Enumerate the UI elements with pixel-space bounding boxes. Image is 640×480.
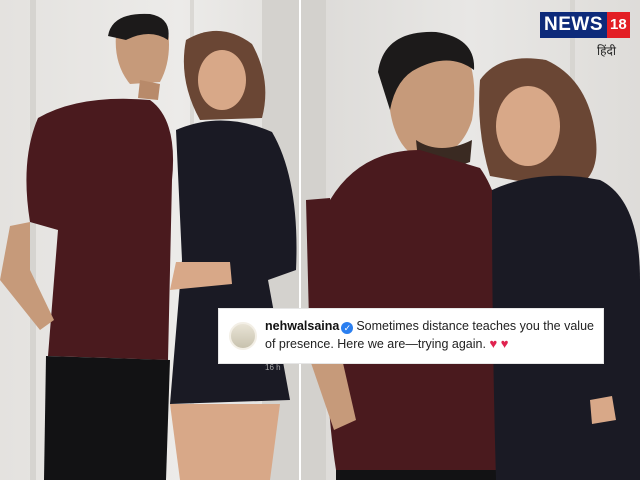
- right-photo: [300, 0, 640, 480]
- logo-language: हिंदी: [597, 44, 616, 58]
- logo-number: 18: [607, 12, 630, 38]
- left-photo-illustration: [0, 0, 300, 480]
- caption-text-block: nehwalsaina ✓ Sometimes distance teaches y…: [265, 317, 595, 353]
- photo-divider: [299, 0, 301, 480]
- verified-badge-icon: ✓: [341, 322, 354, 334]
- heart-icon: ♥ ♥: [489, 336, 509, 351]
- left-photo: [0, 0, 300, 480]
- instagram-caption-card: nehwalsaina ✓ Sometimes distance teaches y…: [218, 308, 604, 372]
- right-photo-illustration: [300, 0, 640, 480]
- logo-brand: NEWS: [540, 12, 607, 38]
- news18-logo: NEWS 18 हिंदी: [540, 12, 630, 58]
- avatar: [229, 322, 257, 350]
- logo-badge: NEWS 18: [540, 12, 630, 38]
- caption-time: 16 h: [265, 363, 281, 372]
- caption-username[interactable]: nehwalsaina: [265, 319, 339, 333]
